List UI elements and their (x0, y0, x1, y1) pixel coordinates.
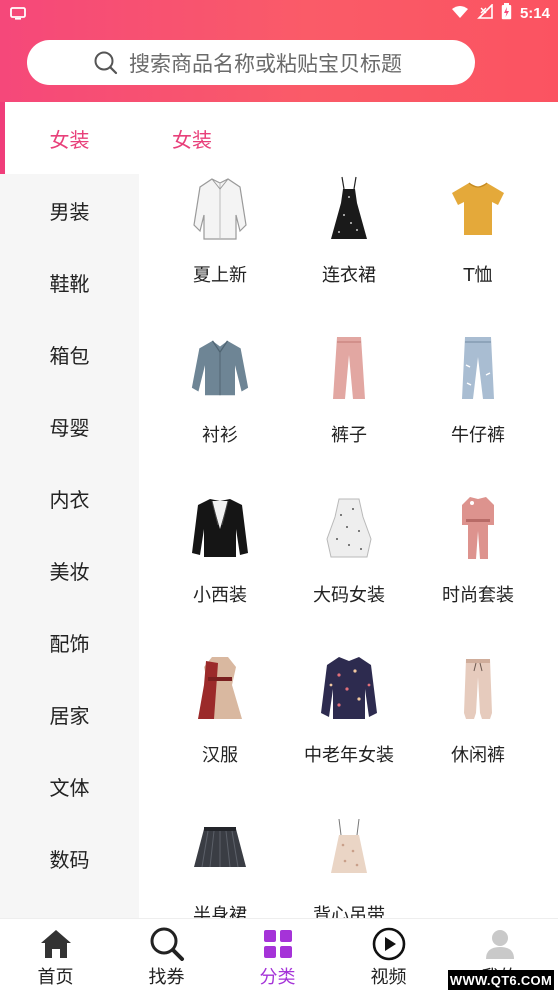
item-label: 小西装 (193, 585, 247, 606)
tab-category[interactable]: 分类 (222, 919, 333, 992)
search-icon (149, 927, 185, 961)
category-sidebar: 女装 男装 鞋靴 箱包 母婴 内衣 美妆 配饰 居家 文体 数码 (0, 102, 139, 918)
sidebar-item-mens[interactable]: 男装 (0, 174, 139, 246)
camisole-icon (319, 815, 379, 881)
search-placeholder: 搜索商品名称或粘贴宝贝标题 (129, 51, 402, 76)
pink-pants-icon (319, 335, 379, 401)
sidebar-item-label: 美妆 (49, 559, 90, 584)
item-label: 中老年女装 (304, 745, 394, 766)
item-label: 裤子 (331, 425, 367, 446)
category-item[interactable]: 时尚套装 (413, 495, 543, 625)
sidebar-item-baby[interactable]: 母婴 (0, 390, 139, 462)
category-item[interactable]: 裤子 (284, 335, 414, 465)
battery-icon (501, 3, 512, 24)
status-bar: 5:14 (0, 0, 558, 26)
sidebar-item-label: 数码 (49, 847, 90, 872)
blue-blouse-icon (190, 335, 250, 401)
floral-coat-icon (319, 655, 379, 721)
hanfu-icon (190, 655, 250, 721)
search-icon (93, 50, 119, 80)
jeans-icon (448, 335, 508, 401)
item-label: 休闲裤 (451, 745, 505, 766)
tab-label: 视频 (370, 967, 407, 988)
casual-pants-icon (448, 655, 508, 721)
tab-home[interactable]: 首页 (0, 919, 111, 992)
sidebar-item-label: 母婴 (49, 415, 90, 440)
sidebar-item-label: 居家 (49, 703, 90, 728)
status-time: 5:14 (519, 5, 550, 22)
item-label: 连衣裙 (322, 265, 376, 286)
screen-icon (10, 5, 26, 24)
category-item[interactable]: 牛仔裤 (413, 335, 543, 465)
tab-coupons[interactable]: 找券 (111, 919, 222, 992)
sidebar-item-label: 箱包 (49, 343, 90, 368)
category-item[interactable]: 连衣裙 (284, 175, 414, 305)
dotted-skirt-icon (319, 495, 379, 561)
header-bar: 5:14 搜索商品名称或粘贴宝贝标题 (0, 0, 558, 104)
item-label: 牛仔裤 (451, 425, 505, 446)
pleated-skirt-icon (190, 815, 250, 881)
black-blazer-icon (190, 495, 250, 561)
category-item[interactable]: 大码女装 (284, 495, 414, 625)
wifi-icon (451, 4, 469, 23)
sidebar-item-label: 男装 (49, 199, 90, 224)
sidebar-item-label: 女装 (49, 127, 90, 152)
category-item[interactable]: 汉服 (155, 655, 285, 785)
item-label: 夏上新 (193, 265, 247, 286)
tab-label: 首页 (37, 967, 74, 988)
tab-video[interactable]: 视频 (333, 919, 444, 992)
home-icon (38, 927, 74, 961)
category-item[interactable]: 衬衫 (155, 335, 285, 465)
sidebar-item-beauty[interactable]: 美妆 (0, 534, 139, 606)
watermark-badge: WWW.QT6.COM (448, 970, 554, 990)
signal-icon (477, 3, 493, 23)
user-icon (482, 927, 518, 961)
grid-icon (260, 927, 296, 961)
black-dress-icon (319, 175, 379, 241)
sidebar-item-label: 配饰 (49, 631, 90, 656)
item-label: 大码女装 (313, 585, 385, 606)
sidebar-item-label: 鞋靴 (49, 271, 90, 296)
sidebar-item-womens[interactable]: 女装 (0, 102, 139, 174)
item-label: T恤 (463, 265, 493, 286)
pink-suit-icon (448, 495, 508, 561)
play-icon (371, 927, 407, 961)
sidebar-item-underwear[interactable]: 内衣 (0, 462, 139, 534)
section-title: 女装 (172, 128, 212, 152)
sidebar-item-accessories[interactable]: 配饰 (0, 606, 139, 678)
sidebar-item-shoes[interactable]: 鞋靴 (0, 246, 139, 318)
search-bar[interactable]: 搜索商品名称或粘贴宝贝标题 (27, 40, 475, 85)
category-content: 女装 夏上新 连衣裙 T恤 衬衫 裤子 牛仔裤 小西装 大码女装 时尚套装 汉服… (139, 102, 558, 926)
sidebar-item-label: 文体 (49, 775, 90, 800)
category-item[interactable]: 夏上新 (155, 175, 285, 305)
sidebar-item-label: 内衣 (49, 487, 90, 512)
tab-label: 找券 (148, 967, 185, 988)
sidebar-item-digital[interactable]: 数码 (0, 822, 139, 894)
white-shirt-icon (190, 175, 250, 241)
category-item[interactable]: 中老年女装 (284, 655, 414, 785)
item-label: 时尚套装 (442, 585, 514, 606)
sidebar-item-bags[interactable]: 箱包 (0, 318, 139, 390)
category-item[interactable]: 休闲裤 (413, 655, 543, 785)
category-item[interactable]: T恤 (413, 175, 543, 305)
item-label: 汉服 (202, 745, 238, 766)
category-item[interactable]: 小西装 (155, 495, 285, 625)
sidebar-item-sports[interactable]: 文体 (0, 750, 139, 822)
tab-label: 分类 (259, 967, 296, 988)
yellow-tshirt-icon (448, 175, 508, 241)
sidebar-item-home[interactable]: 居家 (0, 678, 139, 750)
item-label: 衬衫 (202, 425, 238, 446)
